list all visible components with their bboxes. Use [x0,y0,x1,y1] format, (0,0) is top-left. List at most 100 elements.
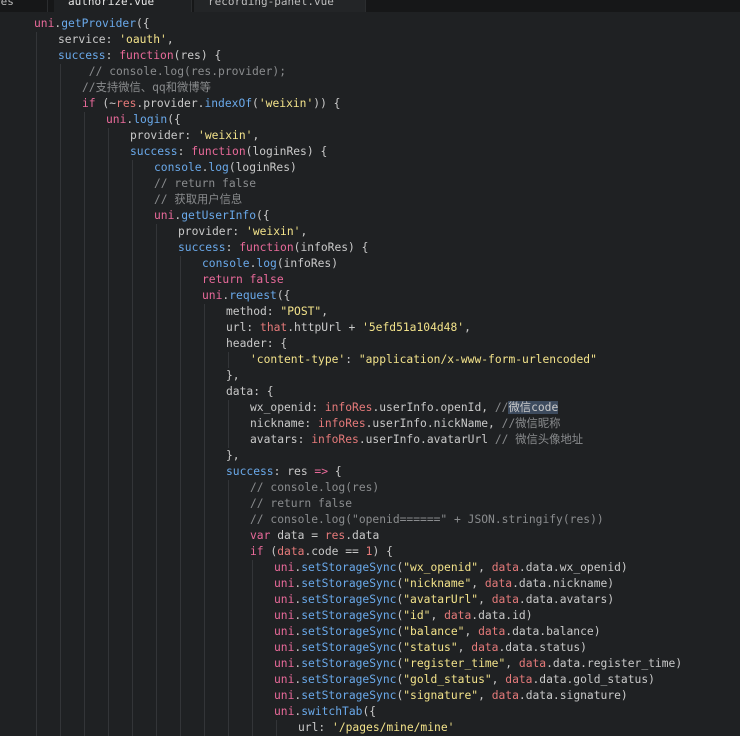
code-token: ({ [167,113,181,126]
code-token: setStorageSync [301,641,397,654]
code-token: .data.nickname) [512,577,615,590]
code-token: data [484,577,513,590]
code-token: (~ [95,97,117,110]
code-token: (infoRes) { [293,241,369,254]
code-line: success: res => { [226,464,342,480]
code-token: 微信code [508,401,559,414]
code-line: uni.getProvider({ [34,16,150,32]
code-token: data [471,641,499,654]
code-token: (res) { [173,49,222,62]
code-token: .data.signature) [518,689,628,702]
tab-res[interactable]: res [0,0,48,12]
code-token: : [345,353,359,366]
tab-recording-panel-vue[interactable]: recording-panel.vue [194,0,366,12]
code-line: provider: 'weixin', [130,128,259,144]
code-token: "register_time" [403,657,506,670]
code-token: "gold_status" [403,673,492,686]
code-token: , [491,673,506,686]
code-token: { [328,465,342,478]
indent-guide [228,352,229,368]
code-token: ) { [372,545,393,558]
code-token: .data.register_time) [546,657,683,670]
code-token: , [478,593,492,606]
code-token: uni [274,657,295,670]
code-token: data = [270,529,325,542]
code-token: uni [274,705,295,718]
code-token: infoRes [324,401,373,414]
code-line: var data = res.data [250,528,379,544]
code-token: provider: [130,129,199,142]
code-token: // console.log(res.provider); [82,65,287,78]
code-token: service: [58,33,120,46]
code-token: setStorageSync [301,561,397,574]
code-line: url: '/pages/mine/mine' [298,720,454,736]
code-token: .provider. [136,97,205,110]
code-token: uni [274,609,295,622]
code-token: provider: [178,225,247,238]
code-token: var [250,529,271,542]
code-line: // console.log(res) [250,480,379,496]
code-token: uni [274,561,295,574]
code-line: // console.log(res.provider); [82,64,286,80]
code-token: , [457,641,472,654]
code-line: console.log(infoRes) [202,256,338,272]
indent-guide [60,64,61,736]
code-line: }, [226,448,240,464]
code-token: .data.gold_status) [532,673,655,686]
code-editor[interactable]: uni.getProvider({service: 'oauth', succes… [0,16,740,736]
code-line: uni.switchTab({ [274,704,376,720]
code-token: 'oauth' [119,33,167,46]
code-line: header: { [226,336,287,352]
code-line: uni.setStorageSync("wx_openid", data.dat… [274,560,628,576]
code-token: // return false [154,177,257,190]
code-line: uni.setStorageSync("signature", data.dat… [274,688,628,704]
code-token: false [249,273,284,286]
code-line: success: function(res) { [58,48,221,64]
code-token: , [321,305,329,318]
indent-guide [228,400,229,448]
tab-authorize-vue[interactable]: authorize.vue [54,0,192,12]
code-token: , [166,33,174,46]
code-line: wx_openid: infoRes.userInfo.openId, //微信… [250,400,559,416]
code-line: uni.login({ [106,112,181,128]
code-token: setStorageSync [301,657,397,670]
code-line: method: "POST", [226,304,328,320]
code-token: avatars: [250,433,312,446]
editor-tab-bar: res authorize.vue recording-panel.vue [0,0,740,12]
code-token: '5efd51a104d48' [362,321,465,334]
code-token: ( [252,97,259,110]
code-token: // return false [250,497,353,510]
code-line: console.log(loginRes) [154,160,297,176]
code-line: data: { [226,384,274,400]
code-line: uni.setStorageSync("register_time", data… [274,656,682,672]
code-token: console [202,257,250,270]
code-token: request [229,289,277,302]
code-token: wx_openid: [250,401,325,414]
code-line: uni.setStorageSync("status", data.data.s… [274,640,587,656]
code-token: data [491,689,519,702]
code-line: success: function(infoRes) { [178,240,368,256]
code-token: 'weixin' [198,129,253,142]
code-token: .userInfo.nickName, [365,417,502,430]
code-line: 'content-type': "application/x-www-form-… [250,352,597,368]
code-token: success [130,145,178,158]
code-token: success [58,49,106,62]
code-token: 'weixin' [258,97,314,110]
code-token: .data.id) [471,609,533,622]
code-token: "nickname" [403,577,472,590]
code-token: data [478,625,506,638]
code-line: success: function(loginRes) { [130,144,327,160]
code-line: uni.setStorageSync("balance", data.data.… [274,624,601,640]
code-line: // return false [154,176,256,192]
code-line: return false [202,272,284,288]
code-line: if (data.code == 1) { [250,544,393,560]
code-token: , [252,129,260,142]
code-line: if (~res.provider.indexOf('weixin')) { [82,96,341,112]
code-line: // return false [250,496,352,512]
code-line: uni.setStorageSync("id", data.data.id) [274,608,533,624]
code-line: avatars: infoRes.userInfo.avatarUrl // 微… [250,432,583,448]
code-token: , [505,657,519,670]
code-token: ({ [256,209,270,222]
code-token: ( [263,545,278,558]
code-token: function [191,145,246,158]
